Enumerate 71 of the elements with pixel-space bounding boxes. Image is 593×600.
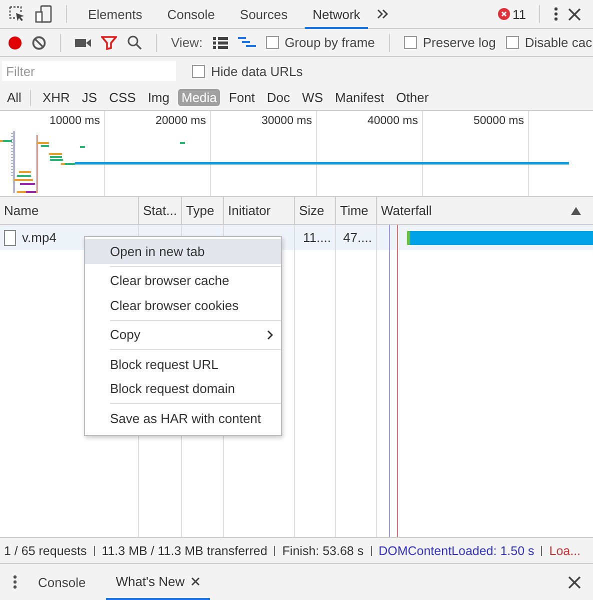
menu-item[interactable]: Copy (85, 322, 281, 347)
menu-item[interactable]: Clear browser cache (85, 268, 281, 293)
view-label: View: (171, 35, 203, 50)
column-header[interactable]: Size (299, 203, 324, 218)
checkbox[interactable] (192, 64, 205, 78)
sort-ascending-icon[interactable] (571, 206, 581, 214)
clear-icon[interactable] (32, 36, 46, 50)
more-options-icon[interactable] (12, 574, 18, 590)
time-tick-label: 10000 ms (49, 115, 100, 127)
video-camera-icon[interactable] (75, 36, 91, 48)
drawer-tab[interactable]: What's New (106, 564, 210, 600)
menu-item[interactable]: Block request URL (85, 352, 281, 376)
status-text: 11.3 MB / 11.3 MB transferred (102, 544, 268, 558)
filter-icon[interactable] (101, 36, 117, 50)
more-tabs-icon[interactable] (377, 8, 390, 20)
column-header[interactable]: Time (340, 203, 368, 218)
column-header[interactable]: Type (186, 203, 214, 218)
more-options-icon[interactable] (553, 6, 559, 22)
file-icon (4, 230, 16, 246)
checkbox-label: Hide data URLs (211, 64, 303, 78)
panel-tab[interactable]: Elements (80, 0, 150, 28)
menu-item[interactable]: Clear browser cookies (85, 293, 281, 318)
time-tick-label: 30000 ms (261, 115, 312, 127)
status-text: Finish: 53.68 s (282, 544, 364, 558)
status-text: DOMContentLoaded: 1.50 s (378, 544, 534, 558)
close-icon[interactable] (190, 576, 200, 586)
inspect-icon[interactable] (8, 5, 26, 23)
checkbox[interactable] (266, 36, 279, 49)
menu-item[interactable]: Save as HAR with content (85, 406, 281, 430)
status-text: 1 / 65 requests (4, 544, 87, 558)
type-filter[interactable]: Img (144, 89, 172, 106)
type-filter[interactable]: WS (299, 89, 326, 106)
checkbox-label: Disable cac (524, 35, 592, 50)
panel-tab[interactable]: Console (159, 0, 223, 28)
menu-item[interactable]: Open in new tab (85, 239, 281, 264)
error-count: 11 (512, 6, 526, 22)
device-icon[interactable] (35, 5, 53, 23)
search-icon[interactable] (127, 35, 142, 50)
waterfall-view-icon[interactable] (238, 36, 256, 48)
type-filter[interactable]: All (4, 89, 24, 106)
size-cell: 11.... (303, 230, 331, 245)
column-header[interactable]: Waterfall (381, 203, 432, 218)
type-filter[interactable]: Doc (264, 89, 294, 106)
panel-tab[interactable]: Sources (232, 0, 296, 28)
close-icon[interactable] (568, 8, 581, 20)
type-filter[interactable]: Font (226, 89, 258, 106)
error-icon (498, 8, 510, 20)
drawer-tab[interactable]: Console (28, 564, 96, 600)
type-filter[interactable]: Other (393, 89, 432, 106)
menu-item[interactable]: Block request domain (85, 376, 281, 401)
status-text: Loa... (549, 544, 581, 558)
filter-field[interactable]: Filter (2, 61, 176, 81)
column-header[interactable]: Stat... (143, 203, 177, 218)
time-cell: 47.... (343, 230, 372, 245)
checkbox[interactable] (404, 36, 417, 49)
time-tick-label: 50000 ms (473, 115, 524, 127)
checkbox[interactable] (506, 36, 519, 49)
checkbox-label: Group by frame (284, 35, 375, 50)
column-header[interactable]: Name (4, 203, 39, 218)
list-view-icon[interactable] (212, 36, 228, 48)
type-filter[interactable]: CSS (106, 89, 139, 106)
time-tick-label: 20000 ms (155, 115, 206, 127)
file-name[interactable]: v.mp4 (22, 230, 56, 245)
close-icon[interactable] (568, 576, 581, 588)
checkbox-label: Preserve log (422, 35, 496, 50)
type-filter[interactable]: Manifest (332, 89, 388, 106)
type-filter[interactable]: XHR (39, 89, 73, 106)
column-header[interactable]: Initiator (228, 203, 271, 218)
type-filter[interactable]: JS (78, 89, 100, 106)
time-tick-label: 40000 ms (367, 115, 418, 127)
record-icon[interactable] (8, 36, 22, 50)
